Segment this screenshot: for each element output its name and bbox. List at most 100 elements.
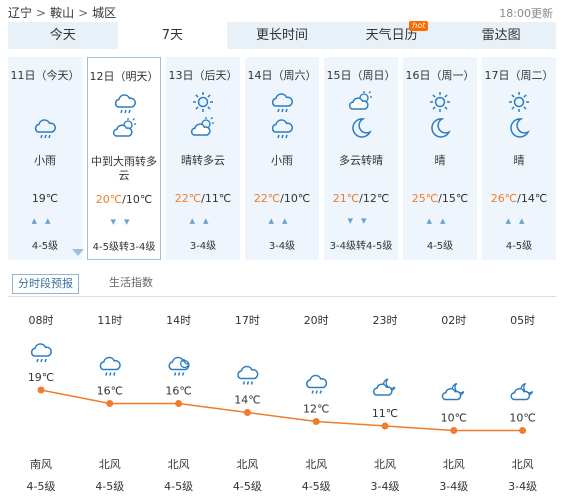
temperature-value-label: 10℃ — [509, 412, 535, 425]
rain-icon — [30, 343, 52, 363]
day-card[interactable]: 11日（今天） 小雨 19℃ ▴▴ 4-5级 — [8, 57, 82, 260]
day-card[interactable]: 17日（周二） 晴 26℃/14℃ ▴▴ 4-5级 — [482, 57, 556, 260]
day-low-temp: 10℃ — [283, 192, 311, 205]
temperature-point — [37, 386, 45, 394]
subtab-life-index[interactable]: 生活指数 — [104, 274, 158, 292]
day-low-temp: 19℃ — [31, 192, 59, 205]
rain-icon — [237, 365, 259, 385]
tab-7day[interactable]: 7天 — [117, 22, 228, 49]
breadcrumb: 辽宁 > 鞍山 > 城区 — [8, 4, 116, 21]
moon-icon — [431, 118, 451, 138]
wind-level-label: 3-4级 — [439, 480, 468, 493]
wind-direction-icon: ▾▾ — [347, 214, 375, 227]
day-wind-level: 4-5级 — [505, 241, 533, 252]
temperature-point — [243, 409, 251, 416]
day-high-temp: 21℃ — [332, 192, 360, 205]
day-card[interactable]: 12日（明天） 中到大雨转多云 20℃/10℃ ▾▾ 4-5级转3-4级 — [87, 57, 161, 260]
day-low-temp: 12℃ — [362, 192, 390, 205]
day-wind-level: 4-5级转3-4级 — [92, 242, 156, 253]
hour-label: 02时 — [441, 314, 466, 327]
partly-cloudy-day-icon — [112, 118, 136, 137]
temperature-value-label: 16℃ — [165, 385, 191, 398]
wind-level-label: 3-4级 — [371, 480, 400, 493]
day-temperature: 25℃/15℃ — [403, 192, 477, 205]
wind-direction-label: 北风 — [374, 458, 396, 471]
temperature-value-label: 11℃ — [372, 407, 398, 420]
wind-direction-label: 北风 — [305, 458, 327, 471]
day-high-temp: 26℃ — [490, 192, 518, 205]
hourly-temperature-chart: 08时 11时 14时 17时 20时 23时 02时 05时 19℃ 16℃ 16℃ 14℃ 12℃ 1… — [27, 314, 538, 493]
rain-icon — [34, 119, 56, 139]
day-high-temp: 20℃ — [95, 193, 123, 206]
temperature-point — [312, 418, 320, 425]
day-date: 12日（明天） — [89, 70, 159, 83]
breadcrumb-separator: > — [36, 6, 47, 20]
wind-level-label: 3-4级 — [508, 480, 537, 493]
day-date: 14日（周六） — [247, 69, 317, 82]
day-card[interactable]: 16日（周一） 晴 25℃/15℃ ▴▴ 4-5级 — [403, 57, 477, 260]
partly-cloudy-night-icon — [441, 382, 465, 401]
wind-level-label: 4-5级 — [27, 480, 56, 493]
partly-cloudy-night-icon — [510, 382, 534, 401]
subtab-hourly[interactable]: 分时段预报 — [12, 274, 79, 294]
day-temperature: 26℃/14℃ — [482, 192, 556, 205]
wind-direction-label: 北风 — [168, 458, 190, 471]
moon-icon — [510, 118, 530, 138]
breadcrumb-district: 城区 — [92, 6, 117, 20]
day-weather-desc: 多云转晴 — [339, 154, 383, 167]
hour-label: 20时 — [304, 314, 329, 327]
wind-level-label: 4-5级 — [233, 480, 262, 493]
day-date: 15日（周日） — [326, 69, 396, 82]
temperature-point — [381, 422, 389, 430]
hour-label: 17时 — [235, 314, 260, 327]
day-wind-level: 4-5级 — [426, 241, 454, 252]
breadcrumb-city[interactable]: 鞍山 — [50, 6, 74, 20]
day-wind-level: 3-4级 — [189, 241, 217, 252]
hour-label: 14时 — [166, 314, 191, 327]
partly-cloudy-day-icon — [190, 117, 214, 136]
temperature-value-label: 10℃ — [441, 412, 467, 425]
day-low-temp: 10℃ — [125, 193, 153, 206]
day-date: 13日（后天） — [168, 69, 238, 82]
day-temperature: 22℃/11℃ — [166, 192, 240, 205]
breadcrumb-province[interactable]: 辽宁 — [8, 6, 32, 20]
wind-direction-icon: ▴▴ — [189, 214, 217, 227]
temperature-value-label: 12℃ — [303, 403, 329, 416]
day-high-temp: 22℃ — [253, 192, 281, 205]
hourly-subtabs: 分时段预报 生活指数 — [8, 268, 556, 297]
day-low-temp: 11℃ — [204, 192, 232, 205]
rain-icon — [271, 119, 293, 139]
day-weather-desc: 小雨 — [271, 154, 293, 167]
tab-weather-calendar[interactable]: 天气日历 hot — [337, 21, 447, 49]
night-rain-icon — [168, 356, 190, 376]
breadcrumb-separator: > — [78, 6, 89, 20]
tab-radar[interactable]: 雷达图 — [446, 22, 556, 49]
wind-direction-icon: ▴▴ — [268, 214, 296, 227]
day-card[interactable]: 15日（周日） 多云转晴 21℃/12℃ ▾▾ 3-4级转4-5级 — [324, 57, 398, 260]
partly-cloudy-night-icon — [372, 378, 396, 396]
wind-direction-icon: ▴▴ — [505, 214, 533, 227]
tab-long-range[interactable]: 更长时间 — [227, 22, 337, 49]
day-wind-level: 3-4级 — [268, 241, 296, 252]
day-temperature: 22℃/10℃ — [245, 192, 319, 205]
temperature-value-label: 14℃ — [234, 394, 260, 407]
day-temperature: 21℃/12℃ — [324, 192, 398, 205]
rain-icon — [99, 356, 121, 376]
tab-today[interactable]: 今天 — [8, 22, 118, 49]
day-low-temp: 14℃ — [520, 192, 548, 205]
wind-direction-label: 南风 — [30, 458, 52, 471]
day-weather-desc: 晴转多云 — [181, 154, 225, 167]
day-high-temp: 25℃ — [411, 192, 439, 205]
temperature-value-label: 16℃ — [97, 385, 123, 398]
day-card[interactable]: 13日（后天） 晴转多云 22℃/11℃ ▴▴ 3-4级 — [166, 57, 240, 260]
day-weather-desc: 晴 — [434, 154, 446, 167]
day-wind-level: 3-4级转4-5级 — [329, 241, 393, 252]
day-date: 17日（周二） — [484, 69, 554, 82]
day-high-temp: 22℃ — [174, 192, 202, 205]
wind-direction-label: 北风 — [512, 458, 534, 471]
day-temperature: 20℃/10℃ — [88, 193, 160, 206]
day-card[interactable]: 14日（周六） 小雨 22℃/10℃ ▴▴ 3-4级 — [245, 57, 319, 260]
wind-direction-label: 北风 — [443, 458, 465, 471]
day-temperature: 19℃ — [8, 192, 82, 205]
wind-level-label: 4-5级 — [95, 480, 124, 493]
